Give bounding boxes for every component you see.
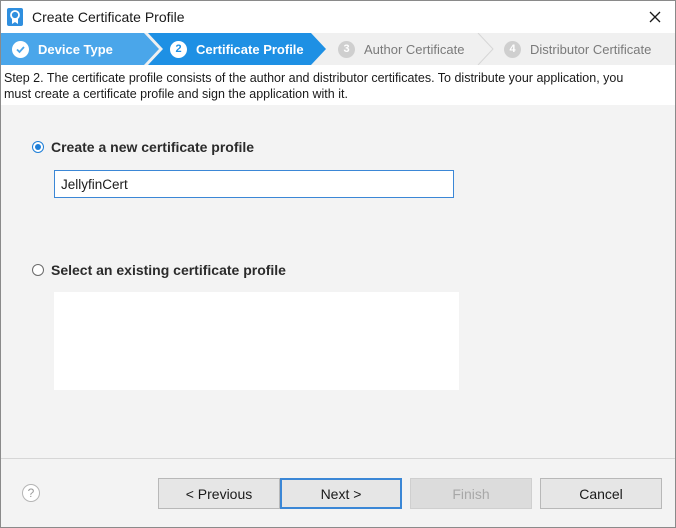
step-number: 4 <box>504 40 521 58</box>
new-profile-label: Create a new certificate profile <box>51 139 255 155</box>
new-profile-radio[interactable] <box>32 141 44 153</box>
existing-profile-label: Select an existing certificate profile <box>51 262 286 278</box>
existing-profile-radio[interactable] <box>32 264 44 276</box>
step-certificate-profile: 2 Certificate Profile <box>170 33 304 65</box>
profile-name-input[interactable] <box>54 170 454 198</box>
next-button[interactable]: Next > <box>280 478 402 509</box>
step-check-icon <box>12 40 29 58</box>
app-ribbon-icon <box>7 8 23 26</box>
close-button[interactable] <box>645 7 665 27</box>
previous-button[interactable]: < Previous <box>158 478 280 509</box>
step-description: Step 2. The certificate profile consists… <box>4 71 624 101</box>
window-title: Create Certificate Profile <box>32 9 185 25</box>
wizard-steps: Device Type 2 Certificate Profile 3 Auth… <box>1 33 675 65</box>
title-bar: Create Certificate Profile <box>1 1 675 33</box>
step-number: 3 <box>338 40 355 58</box>
new-profile-option[interactable]: Create a new certificate profile <box>32 139 254 155</box>
help-icon: ? <box>27 486 35 500</box>
help-button[interactable]: ? <box>22 484 40 502</box>
cancel-button[interactable]: Cancel <box>540 478 662 509</box>
existing-profile-list[interactable] <box>54 292 459 390</box>
close-icon <box>649 11 661 23</box>
dialog-window: Create Certificate Profile Device Type 2… <box>0 0 676 528</box>
step-label: Device Type <box>38 41 113 57</box>
footer-divider <box>1 458 675 459</box>
step-description-panel: Step 2. The certificate profile consists… <box>1 65 675 105</box>
step-number: 2 <box>170 40 187 58</box>
step-device-type: Device Type <box>12 33 113 65</box>
finish-button[interactable]: Finish <box>410 478 532 509</box>
step-label: Author Certificate <box>364 41 465 57</box>
step-label: Distributor Certificate <box>530 41 652 57</box>
step-label: Certificate Profile <box>196 41 304 57</box>
existing-profile-option[interactable]: Select an existing certificate profile <box>32 262 286 278</box>
step-distributor-certificate: 4 Distributor Certificate <box>504 33 651 65</box>
step-author-certificate: 3 Author Certificate <box>338 33 464 65</box>
